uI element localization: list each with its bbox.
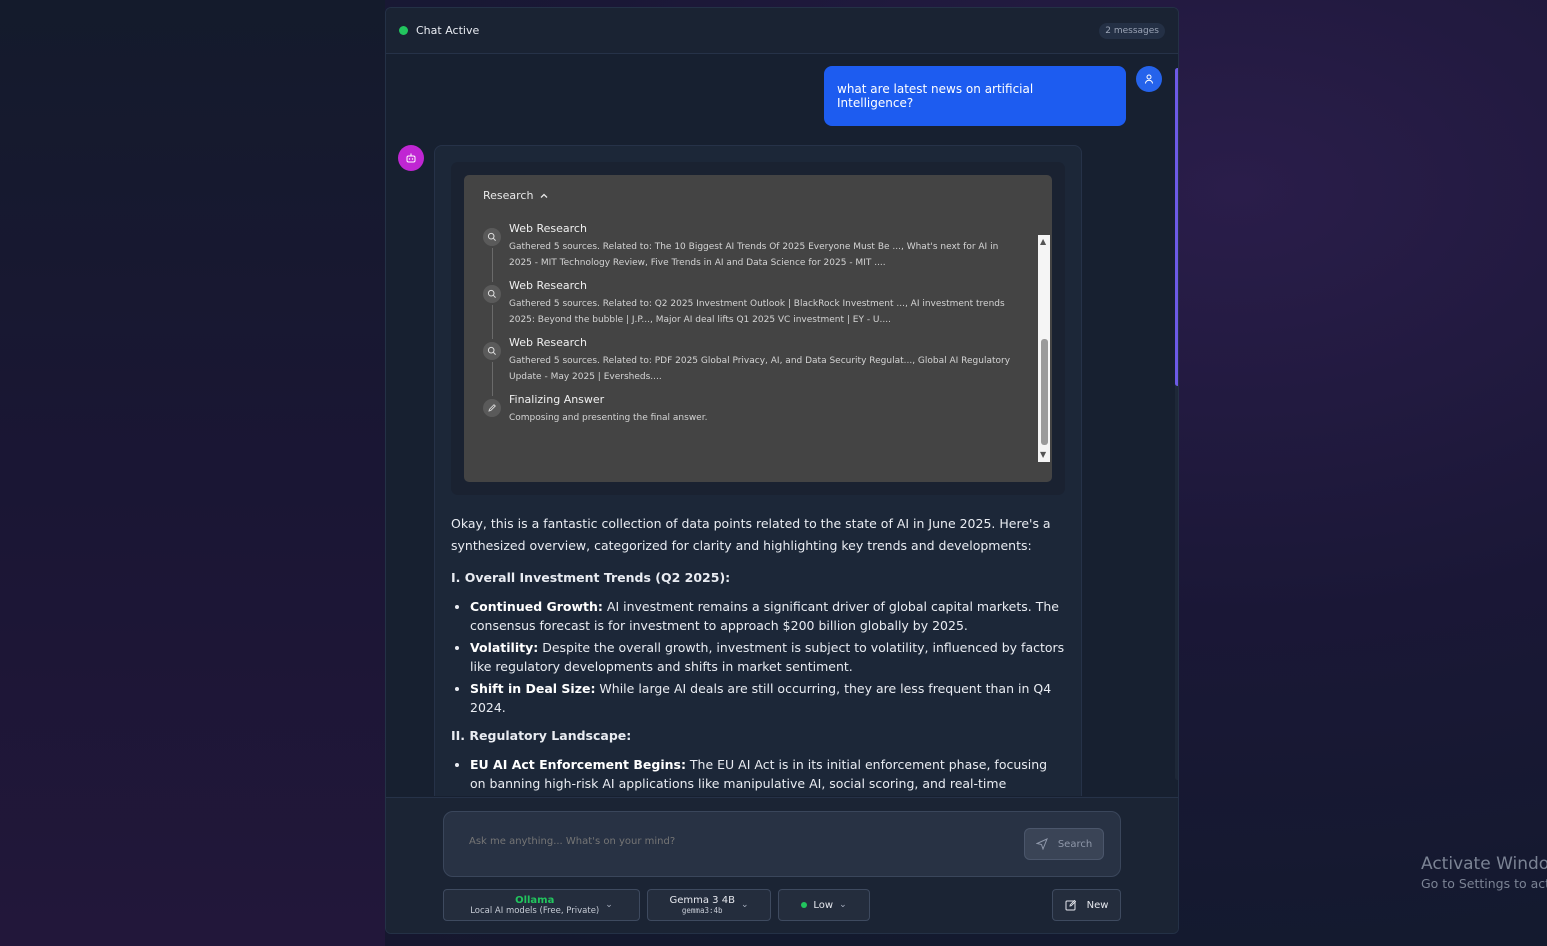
search-icon <box>483 342 501 360</box>
step-title: Web Research <box>509 336 587 349</box>
research-scrollbar-thumb[interactable] <box>1041 339 1048 445</box>
scroll-down-arrow-icon[interactable]: ▼ <box>1040 451 1046 459</box>
research-step: Finalizing Answer Composing and presenti… <box>483 393 1040 426</box>
step-title: Web Research <box>509 279 587 292</box>
research-step: Web Research Gathered 5 sources. Related… <box>483 222 1040 282</box>
pencil-icon <box>483 399 501 417</box>
message-count-badge: 2 messages <box>1099 22 1165 39</box>
step-title: Web Research <box>509 222 587 235</box>
message-input[interactable] <box>469 836 1009 847</box>
effort-indicator-icon <box>801 902 808 908</box>
composer: Search Ollama Local AI models (Free, Pri… <box>386 797 1178 933</box>
step-description: Gathered 5 sources. Related to: Q2 2025 … <box>509 299 1005 325</box>
list-item-label: EU AI Act Enforcement Begins: <box>470 757 686 772</box>
search-icon <box>483 285 501 303</box>
model-id: gemma3:4b <box>681 906 723 915</box>
list-item-label: Shift in Deal Size: <box>470 681 596 696</box>
list-item-label: Continued Growth: <box>470 599 603 614</box>
scroll-up-arrow-icon[interactable]: ▲ <box>1040 238 1046 246</box>
step-description: Gathered 5 sources. Related to: The 10 B… <box>509 242 999 268</box>
research-card: Research Web Research Gathered 5 sources… <box>464 175 1052 482</box>
research-toggle[interactable]: Research <box>483 189 1052 202</box>
list-item: EU AI Act Enforcement Begins: The EU AI … <box>470 755 1065 796</box>
watermark-line2: Go to Settings to activate Windows. <box>1421 876 1547 891</box>
list-item: Shift in Deal Size: While large AI deals… <box>470 679 1065 717</box>
research-step: Web Research Gathered 5 sources. Related… <box>483 279 1040 339</box>
list-item-text: Despite the overall growth, investment i… <box>470 640 1065 674</box>
chat-header: Chat Active 2 messages <box>386 8 1178 54</box>
edit-icon <box>1065 899 1076 911</box>
chevron-down-icon: ⌄ <box>740 900 749 910</box>
send-icon <box>1035 838 1048 850</box>
timeline-connector <box>492 248 493 282</box>
search-button-label: Search <box>1057 838 1093 850</box>
chevron-up-icon <box>541 193 548 198</box>
user-avatar-icon <box>1136 66 1162 92</box>
new-chat-button[interactable]: New <box>1052 889 1121 921</box>
bot-avatar-icon <box>398 145 424 171</box>
chevron-down-icon: ⌄ <box>605 900 613 910</box>
research-step: Web Research Gathered 5 sources. Related… <box>483 336 1040 396</box>
chat-container: Chat Active 2 messages what are latest n… <box>385 7 1179 934</box>
timeline-connector <box>492 362 493 396</box>
user-message-text: what are latest news on artificial Intel… <box>837 82 1034 110</box>
search-button[interactable]: Search <box>1024 828 1104 860</box>
timeline-connector <box>492 305 493 339</box>
provider-name: Ollama <box>515 894 555 906</box>
composer-box: Search <box>443 811 1121 877</box>
scrollbar-thumb[interactable] <box>1175 68 1178 386</box>
composer-controls: Ollama Local AI models (Free, Private) ⌄… <box>443 889 870 921</box>
status-dot-icon <box>399 26 408 35</box>
watermark-line1: Activate Windows <box>1421 854 1547 874</box>
research-scrollbar[interactable]: ▲ ▼ <box>1038 235 1050 462</box>
provider-select[interactable]: Ollama Local AI models (Free, Private) ⌄ <box>443 889 640 921</box>
step-description: Composing and presenting the final answe… <box>509 413 708 423</box>
assistant-answer: Okay, this is a fantastic collection of … <box>451 513 1065 796</box>
research-panel: Research Web Research Gathered 5 sources… <box>451 162 1065 495</box>
new-chat-label: New <box>1086 899 1109 911</box>
model-name: Gemma 3 4B <box>669 895 735 906</box>
section-list: Continued Growth: AI investment remains … <box>451 597 1065 717</box>
step-description: Gathered 5 sources. Related to: PDF 2025… <box>509 356 1011 382</box>
chevron-down-icon: ⌄ <box>839 900 847 910</box>
answer-intro: Okay, this is a fantastic collection of … <box>451 516 1051 553</box>
search-icon <box>483 228 501 246</box>
step-title: Finalizing Answer <box>509 393 605 406</box>
message-list[interactable]: what are latest news on artificial Intel… <box>386 54 1178 796</box>
user-message-row: what are latest news on artificial Intel… <box>824 66 1162 126</box>
section-list: EU AI Act Enforcement Begins: The EU AI … <box>451 755 1065 796</box>
list-item-label: Volatility: <box>470 640 539 655</box>
windows-activation-watermark: Activate Windows Go to Settings to activ… <box>1421 854 1547 891</box>
chat-status: Chat Active <box>399 24 479 37</box>
provider-description: Local AI models (Free, Private) <box>470 905 600 916</box>
effort-select[interactable]: Low ⌄ <box>778 889 870 921</box>
effort-label: Low <box>813 899 834 911</box>
section-heading: I. Overall Investment Trends (Q2 2025): <box>451 570 731 585</box>
research-title: Research <box>483 189 534 202</box>
chat-status-label: Chat Active <box>416 24 480 37</box>
research-steps-list[interactable]: Web Research Gathered 5 sources. Related… <box>483 222 1040 450</box>
background-panel <box>0 0 385 946</box>
list-item: Volatility: Despite the overall growth, … <box>470 638 1065 676</box>
section-heading: II. Regulatory Landscape: <box>451 728 632 743</box>
model-select[interactable]: Gemma 3 4B gemma3:4b ⌄ <box>647 889 771 921</box>
list-item: Continued Growth: AI investment remains … <box>470 597 1065 635</box>
user-message-bubble: what are latest news on artificial Intel… <box>824 66 1126 126</box>
assistant-message-bubble: Research Web Research Gathered 5 sources… <box>434 145 1082 796</box>
